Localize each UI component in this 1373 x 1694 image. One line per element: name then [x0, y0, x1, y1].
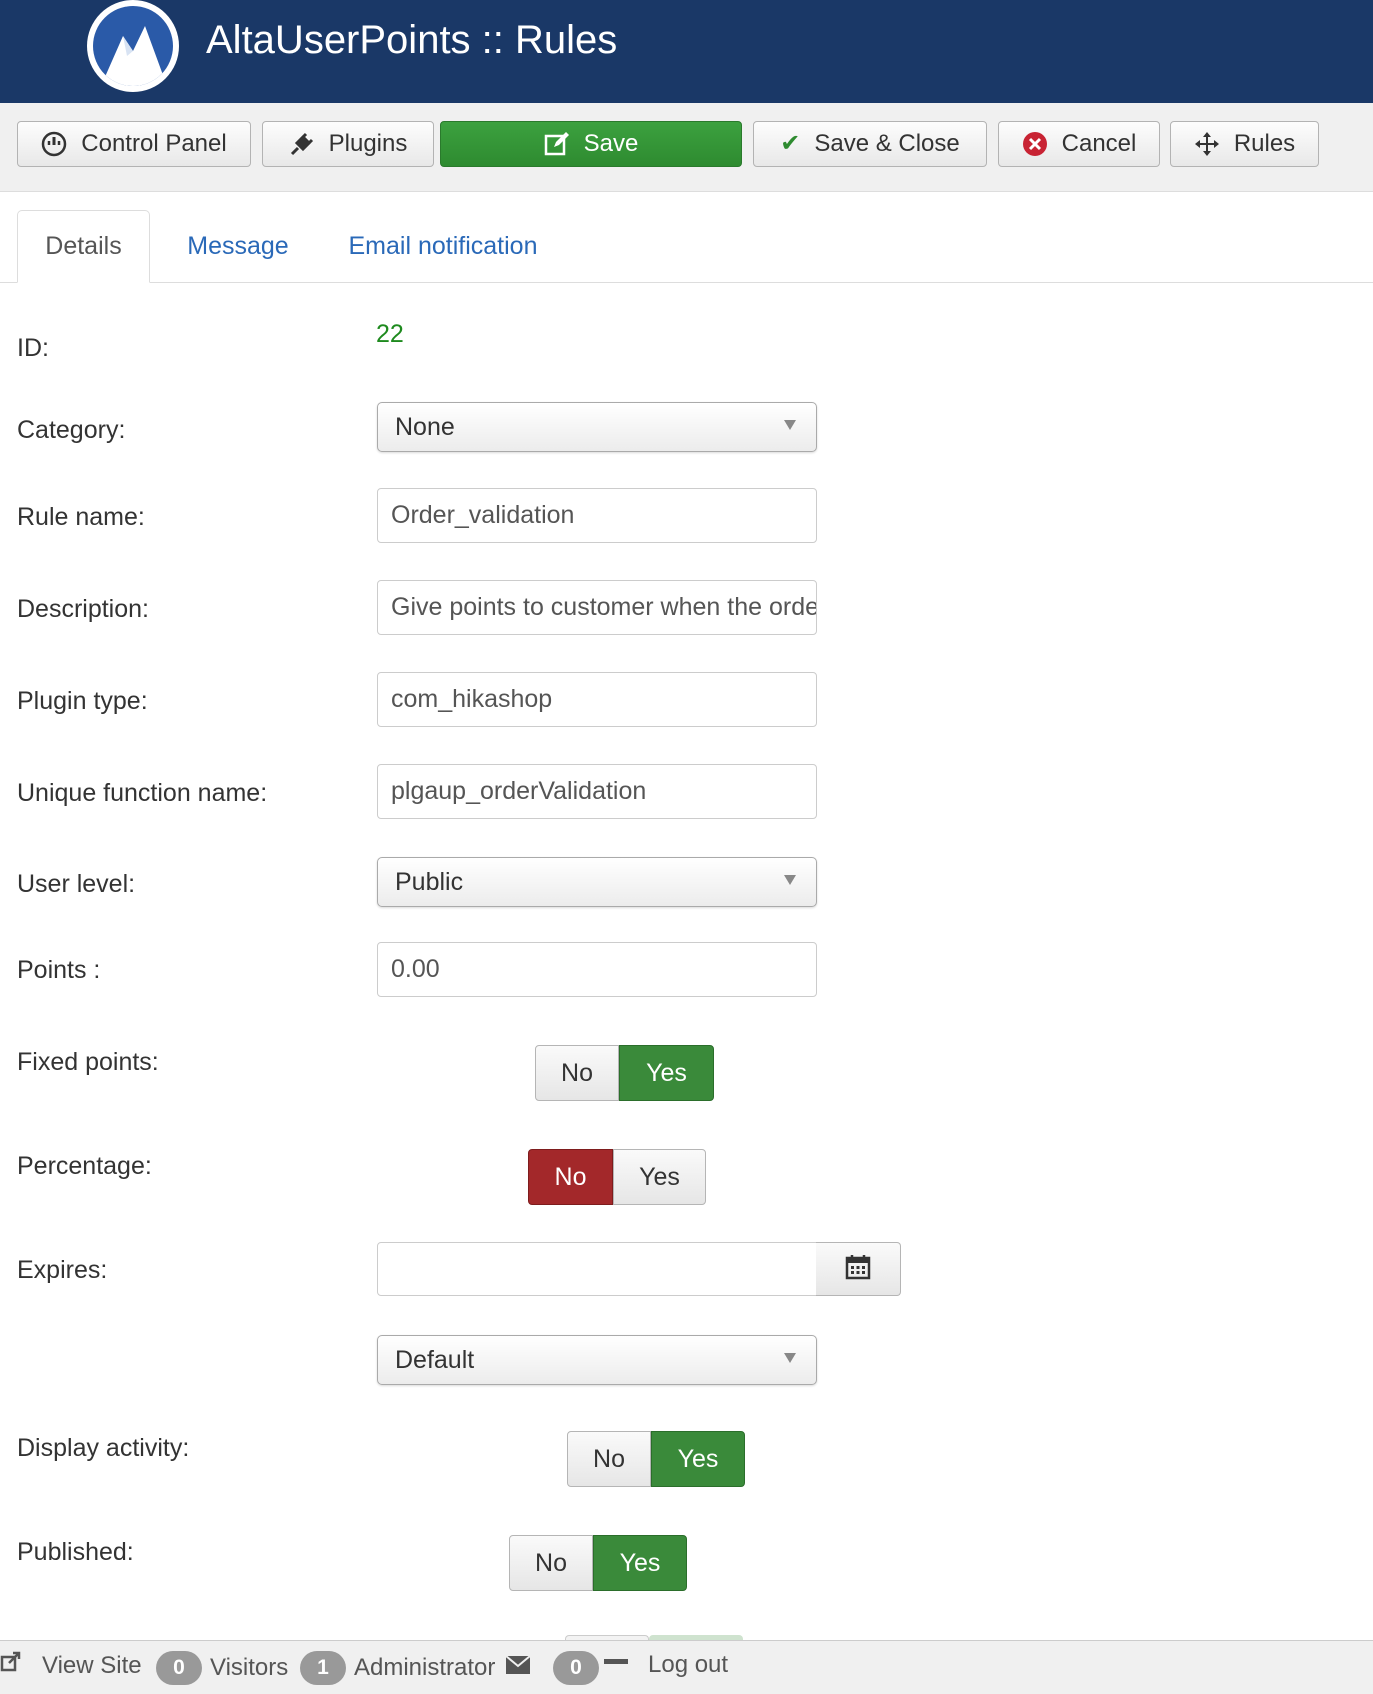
category-select[interactable]: None [377, 402, 817, 452]
display-activity-no[interactable]: No [567, 1431, 651, 1487]
function-name-label: Unique function name: [17, 779, 268, 807]
rules-label: Rules [1233, 130, 1296, 157]
id-value: 22 [376, 320, 404, 348]
category-label: Category: [17, 416, 126, 444]
save-close-button[interactable]: ✔ Save & Close [753, 121, 987, 167]
calendar-button[interactable] [816, 1242, 901, 1296]
percentage-yes[interactable]: Yes [613, 1149, 706, 1205]
expires-label: Expires: [17, 1256, 108, 1284]
tab-email-notification[interactable]: Email notification [330, 210, 556, 282]
fixed-points-label: Fixed points: [17, 1048, 159, 1076]
display-activity-yes[interactable]: Yes [651, 1431, 745, 1487]
plug-icon [289, 131, 315, 157]
points-label: Points : [17, 956, 101, 984]
page-title: AltaUserPoints :: Rules [206, 18, 618, 62]
published-no[interactable]: No [509, 1535, 593, 1591]
toolbar: Control Panel Plugins Save ✔ Save & Clos… [0, 103, 1373, 192]
cancel-label: Cancel [1061, 130, 1137, 157]
expires-mode-value: Default [395, 1345, 475, 1374]
user-level-select[interactable]: Public [377, 857, 817, 907]
save-button[interactable]: Save [440, 121, 742, 167]
view-site-link[interactable]: View Site [0, 1651, 142, 1680]
admin-count-badge: 1 [300, 1651, 346, 1685]
tab-bar: Details Message Email notification [0, 210, 1373, 283]
display-activity-toggle: No Yes [567, 1431, 745, 1487]
fixed-points-no[interactable]: No [535, 1045, 619, 1101]
messages-status[interactable]: 0 [505, 1651, 599, 1685]
percentage-label: Percentage: [17, 1152, 152, 1180]
rule-name-input[interactable]: Order_validation [377, 488, 817, 543]
user-level-value: Public [395, 867, 464, 896]
percentage-toggle: No Yes [528, 1149, 706, 1205]
save-label: Save [583, 130, 639, 157]
cancel-button[interactable]: Cancel [998, 121, 1160, 167]
chevron-down-icon [784, 875, 796, 885]
cancel-circle-icon [1022, 131, 1048, 157]
visitors-label: Visitors [210, 1654, 289, 1681]
points-input[interactable]: 0.00 [377, 942, 817, 997]
control-panel-label: Control Panel [81, 130, 227, 157]
rules-button[interactable]: Rules [1170, 121, 1319, 167]
user-level-label: User level: [17, 870, 136, 898]
tab-details[interactable]: Details [17, 210, 150, 283]
messages-count-badge: 0 [553, 1651, 599, 1685]
published-yes[interactable]: Yes [593, 1535, 687, 1591]
envelope-icon [505, 1654, 531, 1682]
calendar-icon [845, 1254, 871, 1285]
percentage-no[interactable]: No [528, 1149, 613, 1205]
function-name-input[interactable]: plgaup_orderValidation [377, 764, 817, 819]
display-activity-label: Display activity: [17, 1434, 190, 1462]
description-label: Description: [17, 595, 149, 623]
move-arrows-icon [1194, 131, 1220, 157]
mountain-logo-icon [87, 0, 179, 92]
published-toggle: No Yes [509, 1535, 687, 1591]
logout-label: Log out [648, 1651, 729, 1678]
category-value: None [395, 412, 455, 441]
plugin-type-input[interactable]: com_hikashop [377, 672, 817, 727]
external-link-icon [0, 1651, 22, 1680]
app-header: AltaUserPoints :: Rules [0, 0, 1373, 103]
expires-date-input[interactable] [377, 1242, 817, 1296]
control-panel-button[interactable]: Control Panel [17, 121, 251, 167]
rule-name-label: Rule name: [17, 503, 145, 531]
plugins-button[interactable]: Plugins [262, 121, 434, 167]
administrator-status: 1 Administrator [300, 1651, 495, 1685]
fixed-points-yes[interactable]: Yes [619, 1045, 714, 1101]
dashboard-icon [41, 131, 67, 157]
visitors-status: 0 Visitors [156, 1651, 288, 1685]
expires-mode-select[interactable]: Default [377, 1335, 817, 1385]
minus-icon [604, 1651, 628, 1679]
status-bar: View Site 0 Visitors 1 Administrator 0 L… [0, 1640, 1373, 1694]
plugins-label: Plugins [328, 130, 408, 157]
published-label: Published: [17, 1538, 134, 1566]
visitors-count-badge: 0 [156, 1651, 202, 1685]
chevron-down-icon [784, 420, 796, 430]
plugin-type-label: Plugin type: [17, 687, 148, 715]
administrator-label: Administrator [354, 1654, 496, 1681]
chevron-down-icon [784, 1353, 796, 1363]
tab-message[interactable]: Message [168, 210, 308, 282]
logout-link[interactable]: Log out [604, 1651, 728, 1679]
edit-icon [544, 131, 570, 157]
fixed-points-toggle: No Yes [535, 1045, 714, 1101]
id-label: ID: [17, 334, 49, 362]
check-icon: ✔ [780, 130, 801, 157]
save-close-label: Save & Close [814, 130, 960, 157]
view-site-label: View Site [42, 1651, 142, 1679]
description-input[interactable]: Give points to customer when the order i… [377, 580, 817, 635]
